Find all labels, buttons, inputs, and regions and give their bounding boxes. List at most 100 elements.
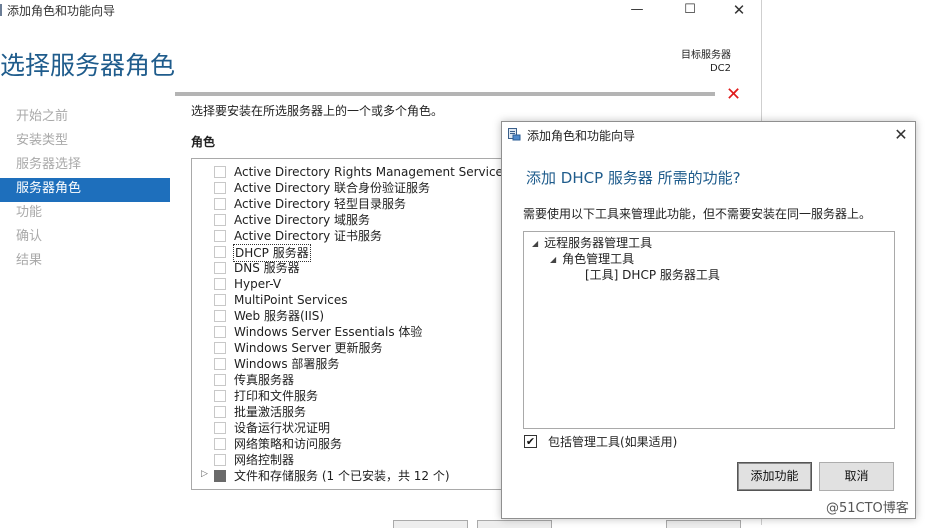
role-item[interactable]: Active Directory Rights Management Servi… — [192, 164, 510, 180]
role-checkbox[interactable] — [214, 374, 226, 386]
role-label: Active Directory 域服务 — [234, 213, 371, 227]
maximize-button[interactable]: ☐ — [667, 0, 713, 22]
role-checkbox[interactable] — [214, 230, 226, 242]
role-item-selected[interactable]: DHCP 服务器 — [192, 244, 510, 262]
destination-server-name: DC2 — [709, 63, 731, 74]
role-label: 打印和文件服务 — [234, 389, 319, 403]
role-checkbox[interactable] — [214, 214, 226, 226]
add-features-button[interactable]: 添加功能 — [737, 462, 812, 491]
role-label: DNS 服务器 — [234, 261, 300, 275]
role-item[interactable]: 打印和文件服务 — [192, 388, 510, 404]
role-item[interactable]: Windows Server 更新服务 — [192, 340, 510, 356]
roles-list[interactable]: Active Directory Rights Management Servi… — [191, 158, 511, 490]
nav-item-results[interactable]: 结果 — [0, 250, 170, 274]
role-checkbox[interactable] — [214, 342, 226, 354]
role-checkbox[interactable] — [214, 294, 226, 306]
role-checkbox[interactable] — [214, 198, 226, 210]
role-label: 文件和存储服务 (1 个已安装，共 12 个) — [234, 469, 450, 483]
minimize-button[interactable]: — — [614, 0, 660, 22]
role-checkbox-partial[interactable] — [214, 470, 226, 482]
header-divider — [175, 92, 715, 96]
role-label: Windows 部署服务 — [234, 357, 340, 371]
role-item[interactable]: 批量激活服务 — [192, 404, 510, 420]
close-window-button[interactable]: ✕ — [716, 0, 762, 22]
role-item[interactable]: Hyper-V — [192, 276, 510, 292]
dialog-title: 添加角色和功能向导 — [527, 129, 636, 143]
role-label: 批量激活服务 — [234, 405, 307, 419]
nav-item-before-you-begin[interactable]: 开始之前 — [0, 106, 170, 130]
role-checkbox[interactable] — [214, 182, 226, 194]
role-item[interactable]: Active Directory 证书服务 — [192, 228, 510, 244]
role-item[interactable]: 网络策略和访问服务 — [192, 436, 510, 452]
role-item[interactable]: Web 服务器(IIS) — [192, 308, 510, 324]
role-checkbox[interactable] — [214, 246, 226, 258]
role-checkbox[interactable] — [214, 358, 226, 370]
role-label: Windows Server Essentials 体验 — [234, 325, 423, 339]
roles-description: 选择要安装在所选服务器上的一个或多个角色。 — [191, 104, 444, 118]
install-button[interactable] — [666, 520, 741, 528]
feature-tree[interactable]: ◢ 远程服务器管理工具 ◢ 角色管理工具 [工具] DHCP 服务器工具 — [523, 231, 895, 429]
expand-arrow-icon[interactable]: ▷ — [201, 469, 208, 479]
role-item[interactable]: MultiPoint Services — [192, 292, 510, 308]
role-label: 设备运行状况证明 — [234, 421, 331, 435]
window-titlebar: 添加角色和功能向导 — ☐ ✕ — [0, 0, 762, 22]
role-checkbox[interactable] — [214, 166, 226, 178]
role-checkbox[interactable] — [214, 390, 226, 402]
roles-header: 角色 — [191, 135, 216, 149]
tree-node-label: 角色管理工具 — [562, 252, 635, 266]
error-icon[interactable]: ✕ — [726, 84, 741, 105]
nav-item-features[interactable]: 功能 — [0, 202, 170, 226]
role-checkbox[interactable] — [214, 326, 226, 338]
add-features-dialog: 添加角色和功能向导 ✕ 添加 DHCP 服务器 所需的功能? 需要使用以下工具来… — [501, 121, 916, 519]
role-label: Active Directory 证书服务 — [234, 229, 383, 243]
role-checkbox[interactable] — [214, 454, 226, 466]
window-title: 添加角色和功能向导 — [7, 4, 116, 18]
role-label: Windows Server 更新服务 — [234, 341, 383, 355]
role-checkbox[interactable] — [214, 262, 226, 274]
role-label: Active Directory 轻型目录服务 — [234, 197, 407, 211]
wizard-icon — [508, 128, 521, 141]
role-item[interactable]: Windows Server Essentials 体验 — [192, 324, 510, 340]
nav-item-installation-type[interactable]: 安装类型 — [0, 130, 170, 154]
wizard-nav: 开始之前 安装类型 服务器选择 服务器角色 功能 确认 结果 — [0, 106, 170, 274]
next-button[interactable] — [477, 520, 552, 528]
destination-server-label: 目标服务器 — [681, 50, 731, 61]
role-item[interactable]: 网络控制器 — [192, 452, 510, 468]
role-checkbox[interactable] — [214, 310, 226, 322]
tree-node-level3[interactable]: [工具] DHCP 服务器工具 — [585, 267, 720, 283]
cancel-button[interactable]: 取消 — [819, 462, 894, 491]
nav-item-server-selection[interactable]: 服务器选择 — [0, 154, 170, 178]
role-item[interactable]: Active Directory 联合身份验证服务 — [192, 180, 510, 196]
dialog-titlebar: 添加角色和功能向导 ✕ — [502, 122, 915, 148]
role-label: 网络控制器 — [234, 453, 295, 467]
role-label: Active Directory Rights Management Servi… — [234, 165, 510, 179]
nav-item-confirmation[interactable]: 确认 — [0, 226, 170, 250]
nav-item-server-roles[interactable]: 服务器角色 — [0, 178, 170, 202]
role-checkbox[interactable] — [214, 422, 226, 434]
role-item[interactable]: 传真服务器 — [192, 372, 510, 388]
watermark-text: @51CTO博客 — [826, 501, 909, 516]
role-label: Active Directory 联合身份验证服务 — [234, 181, 431, 195]
collapse-arrow-icon[interactable]: ◢ — [532, 239, 538, 248]
include-tools-label: 包括管理工具(如果适用) — [548, 435, 678, 449]
dialog-heading: 添加 DHCP 服务器 所需的功能? — [526, 169, 741, 187]
role-checkbox[interactable] — [214, 406, 226, 418]
close-dialog-button[interactable]: ✕ — [890, 124, 912, 146]
role-checkbox[interactable] — [214, 438, 226, 450]
dialog-description: 需要使用以下工具来管理此功能，但不需要安装在同一服务器上。 — [523, 207, 872, 221]
include-tools-checkbox[interactable]: ✔ — [524, 435, 537, 448]
role-label: Hyper-V — [234, 277, 282, 291]
role-item[interactable]: Active Directory 域服务 — [192, 212, 510, 228]
role-label: Web 服务器(IIS) — [234, 309, 325, 323]
role-label: 网络策略和访问服务 — [234, 437, 343, 451]
previous-button[interactable] — [393, 520, 468, 528]
role-item[interactable]: Windows 部署服务 — [192, 356, 510, 372]
app-icon — [0, 4, 2, 16]
role-item[interactable]: ▷ 文件和存储服务 (1 个已安装，共 12 个) — [192, 468, 510, 484]
role-label: 传真服务器 — [234, 373, 295, 387]
collapse-arrow-icon[interactable]: ◢ — [550, 255, 556, 264]
role-checkbox[interactable] — [214, 278, 226, 290]
role-item[interactable]: 设备运行状况证明 — [192, 420, 510, 436]
role-item[interactable]: DNS 服务器 — [192, 260, 510, 276]
role-item[interactable]: Active Directory 轻型目录服务 — [192, 196, 510, 212]
